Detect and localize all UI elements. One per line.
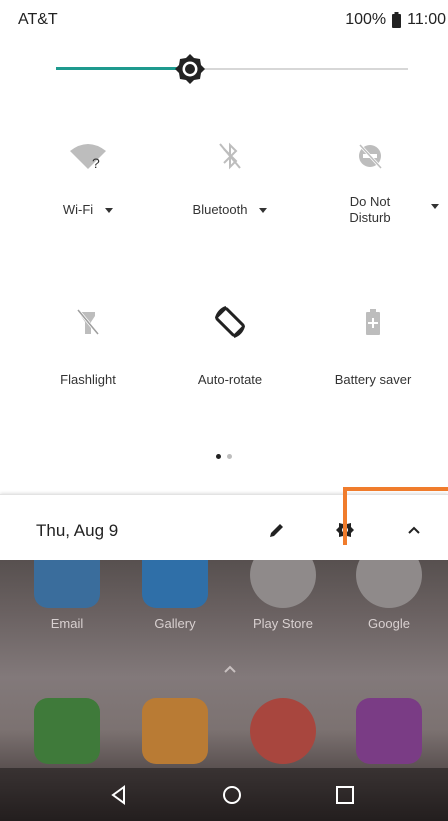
- navigation-bar: [0, 768, 448, 821]
- brightness-fill: [56, 67, 190, 70]
- tile-bluetooth[interactable]: Bluetooth: [155, 136, 305, 218]
- tile-battery-saver[interactable]: Battery saver: [298, 302, 448, 388]
- battery-percent: 100%: [345, 11, 387, 28]
- tile-auto-rotate-label: Auto-rotate: [197, 372, 263, 387]
- page-dot: [227, 454, 232, 459]
- app-play-store[interactable]: Play Store: [238, 560, 328, 631]
- tile-bluetooth-label: Bluetooth: [192, 202, 248, 217]
- quick-settings-footer: Thu, Aug 9: [0, 494, 448, 561]
- brightness-thumb-icon[interactable]: [174, 53, 206, 85]
- chevron-down-icon[interactable]: [259, 208, 268, 213]
- recents-icon[interactable]: [334, 784, 356, 806]
- tile-flashlight[interactable]: Flashlight: [13, 302, 163, 388]
- tile-battery-saver-label: Battery saver: [334, 372, 412, 387]
- tile-flashlight-label: Flashlight: [60, 372, 116, 387]
- svg-text:?: ?: [92, 155, 100, 171]
- gear-icon: [336, 521, 354, 539]
- app-label: Play Store: [253, 616, 313, 631]
- chevron-down-icon[interactable]: [105, 208, 114, 213]
- app-drawer-chevron-icon[interactable]: [224, 664, 236, 676]
- pencil-icon: [270, 524, 283, 537]
- messages-app-icon: [142, 698, 208, 764]
- home-icon[interactable]: [221, 784, 243, 806]
- dock-camera[interactable]: [344, 698, 434, 764]
- back-icon[interactable]: [108, 784, 130, 806]
- dock-chrome[interactable]: [238, 698, 328, 764]
- camera-app-icon: [356, 698, 422, 764]
- do-not-disturb-off-icon: [295, 136, 445, 176]
- collapse-button[interactable]: [399, 515, 429, 545]
- auto-rotate-icon: [155, 302, 305, 342]
- tile-dnd-label-line2: Disturb: [349, 210, 391, 225]
- page-indicator: [0, 454, 448, 459]
- phone-app-icon: [34, 698, 100, 764]
- carrier-name: AT&T: [18, 11, 58, 28]
- clock: 11:00: [407, 11, 446, 28]
- tile-do-not-disturb[interactable]: Do Not Disturb: [295, 136, 445, 226]
- battery-icon: [392, 12, 402, 28]
- google-folder-icon: [356, 560, 422, 608]
- chrome-app-icon: [250, 698, 316, 764]
- chevron-down-icon[interactable]: [431, 204, 439, 209]
- status-bar: AT&T 100% 11:00: [0, 0, 448, 44]
- tile-dnd-label-line1: Do Not: [349, 194, 391, 209]
- app-gallery[interactable]: Gallery: [130, 560, 220, 631]
- settings-button[interactable]: [330, 515, 360, 545]
- bluetooth-off-icon: [155, 136, 305, 176]
- app-google[interactable]: Google: [344, 560, 434, 631]
- chevron-up-icon: [408, 526, 420, 534]
- status-right: 100% 11:00: [345, 11, 446, 29]
- wifi-unknown-icon: ?: [13, 136, 163, 176]
- email-app-icon: [34, 560, 100, 608]
- date-label: Thu, Aug 9: [36, 521, 119, 540]
- app-label: Email: [50, 616, 84, 631]
- brightness-slider[interactable]: [56, 53, 408, 85]
- gallery-app-icon: [142, 560, 208, 608]
- tile-wifi[interactable]: ? Wi-Fi: [13, 136, 163, 218]
- tile-auto-rotate[interactable]: Auto-rotate: [155, 302, 305, 388]
- app-label: Gallery: [154, 616, 196, 631]
- play-store-app-icon: [250, 560, 316, 608]
- battery-saver-icon: [298, 302, 448, 342]
- edit-button[interactable]: [262, 515, 292, 545]
- dock-phone[interactable]: [22, 698, 112, 764]
- tile-wifi-label: Wi-Fi: [62, 202, 94, 217]
- app-email[interactable]: Email: [22, 560, 112, 631]
- dock-messages[interactable]: [130, 698, 220, 764]
- page-dot-active: [216, 454, 221, 459]
- flashlight-off-icon: [13, 302, 163, 342]
- app-label: Google: [368, 616, 410, 631]
